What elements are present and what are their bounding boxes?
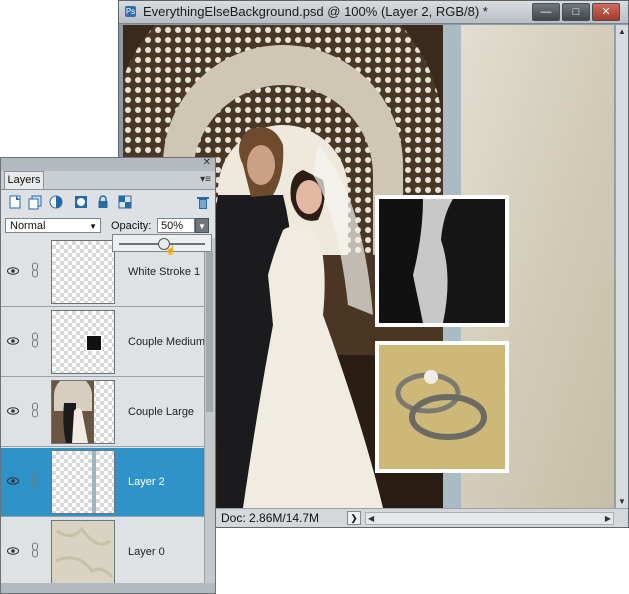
- maximize-button[interactable]: □: [562, 3, 590, 21]
- eye-icon[interactable]: [7, 335, 19, 347]
- layer-mask-icon[interactable]: [73, 194, 89, 210]
- photoshop-document-icon: Ps: [125, 6, 136, 17]
- layers-scroll-thumb[interactable]: [206, 252, 213, 412]
- link-icon[interactable]: [31, 542, 39, 558]
- document-titlebar[interactable]: Ps EverythingElseBackground.psd @ 100% (…: [119, 1, 628, 24]
- scroll-down-icon[interactable]: ▼: [618, 497, 626, 506]
- adjustment-layer-icon[interactable]: [48, 194, 64, 210]
- layer-name: Layer 0: [128, 546, 165, 558]
- eye-icon[interactable]: [7, 545, 19, 557]
- layer-thumbnail[interactable]: [51, 380, 115, 444]
- eye-icon[interactable]: [7, 475, 19, 487]
- layer-name: Layer 2: [128, 476, 165, 488]
- blend-mode-value: Normal: [10, 220, 46, 232]
- layer-thumbnail[interactable]: [51, 520, 115, 584]
- eye-icon[interactable]: [7, 405, 19, 417]
- opacity-field[interactable]: 50%: [157, 218, 195, 233]
- opacity-label: Opacity:: [111, 220, 152, 232]
- scroll-right-icon[interactable]: ▶: [605, 513, 611, 524]
- document-title: EverythingElseBackground.psd @ 100% (Lay…: [143, 4, 488, 19]
- layer-name: White Stroke 1: [128, 266, 201, 278]
- panel-header[interactable]: ✕: [1, 157, 215, 171]
- panel-menu-icon[interactable]: ▾≡: [200, 174, 211, 185]
- vertical-scrollbar[interactable]: ▲ ▼: [615, 25, 628, 508]
- layer-row[interactable]: Layer 2: [1, 448, 206, 517]
- panel-close-icon[interactable]: ✕: [203, 157, 211, 168]
- new-group-icon[interactable]: [27, 194, 43, 210]
- layer-row[interactable]: Couple Large: [1, 378, 206, 447]
- link-icon[interactable]: [31, 262, 39, 278]
- layer-name: Couple Medium: [128, 336, 206, 348]
- minimize-button[interactable]: —: [532, 3, 560, 21]
- eye-icon[interactable]: [7, 265, 19, 277]
- tab-layers[interactable]: Layers: [4, 171, 44, 189]
- layer-name: Couple Large: [128, 406, 195, 418]
- lock-transparent-icon[interactable]: [117, 194, 133, 210]
- close-button[interactable]: ✕: [592, 3, 620, 21]
- layer-thumbnail[interactable]: [51, 240, 115, 304]
- trash-icon[interactable]: [195, 194, 211, 210]
- layers-panel: ✕ Layers ▾≡ Normal ▼ Opacity: 50% ▼ ☝ Wh…: [0, 157, 216, 594]
- opacity-slider-popup: ☝: [112, 234, 212, 255]
- chevron-down-icon: ▼: [89, 222, 97, 231]
- layer-thumbnail[interactable]: [51, 450, 115, 514]
- scroll-up-icon[interactable]: ▲: [618, 27, 626, 36]
- opacity-dropdown-button[interactable]: ▼: [195, 218, 209, 233]
- link-icon[interactable]: [31, 472, 39, 488]
- horizontal-scrollbar[interactable]: ◀ ▶: [365, 512, 614, 525]
- link-icon[interactable]: [31, 332, 39, 348]
- lock-all-icon[interactable]: [95, 194, 111, 210]
- hand-cursor-icon: ☝: [165, 245, 177, 255]
- layers-scrollbar[interactable]: [204, 238, 215, 584]
- layer-row[interactable]: Layer 0: [1, 518, 206, 584]
- layers-list: White Stroke 1 Couple Medium Couple Large L…: [1, 238, 206, 584]
- status-menu-button[interactable]: ❯: [347, 511, 361, 525]
- link-icon[interactable]: [31, 402, 39, 418]
- blend-mode-select[interactable]: Normal ▼: [5, 218, 101, 233]
- new-layer-icon[interactable]: [7, 194, 23, 210]
- layer-row[interactable]: Couple Medium: [1, 308, 206, 377]
- scroll-left-icon[interactable]: ◀: [368, 513, 374, 524]
- layer-thumbnail[interactable]: [51, 310, 115, 374]
- document-size-status: Doc: 2.86M/14.7M: [221, 511, 320, 525]
- layer-tools-bar: [1, 190, 215, 216]
- panel-footer: [1, 583, 215, 593]
